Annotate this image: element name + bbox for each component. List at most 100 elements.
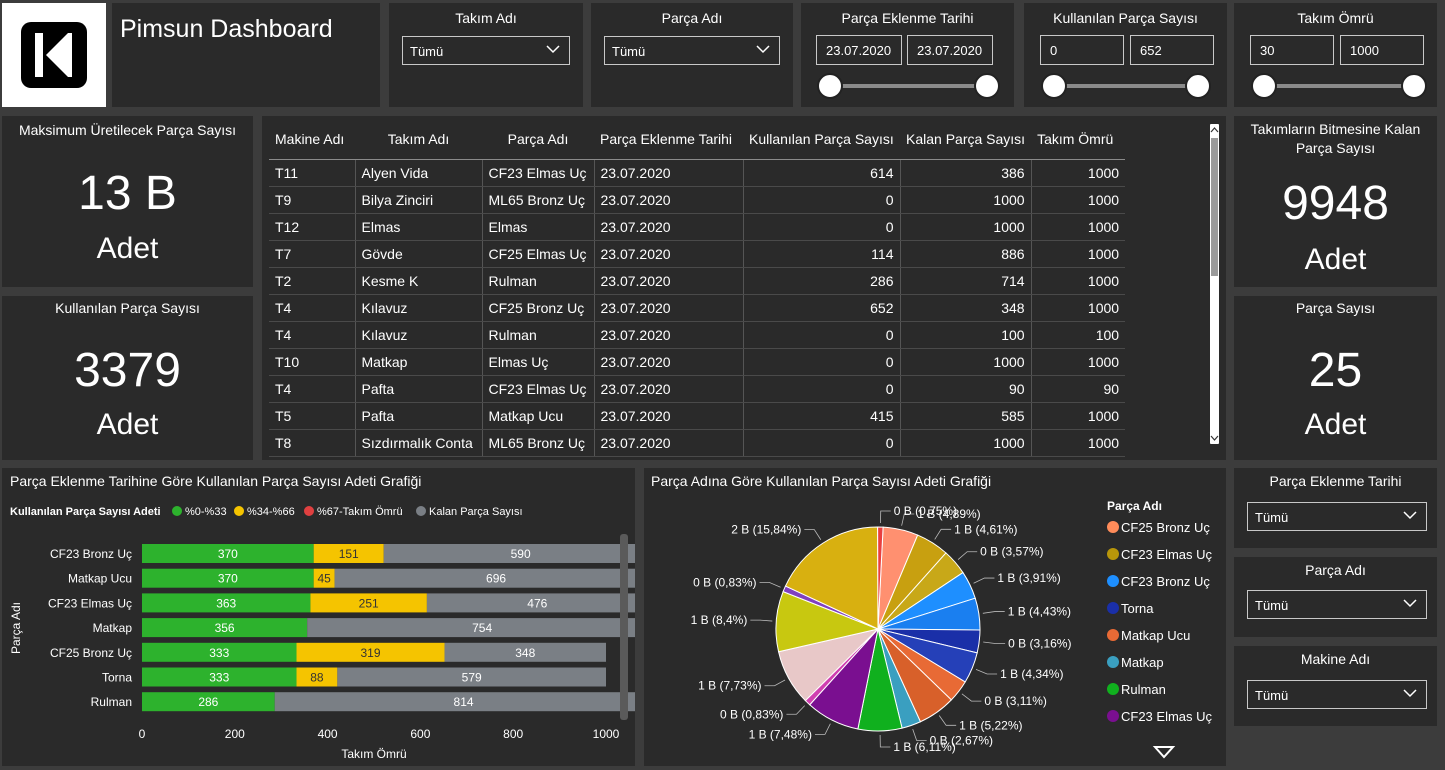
table-cell: 1000: [1031, 186, 1126, 214]
legend-marker: [1107, 629, 1119, 641]
table-cell: T7: [269, 240, 356, 268]
leader-line: [983, 641, 1006, 644]
table-cell: T4: [269, 321, 356, 349]
column-header[interactable]: Parça Adı: [482, 119, 594, 160]
table-cell: Pafta: [355, 375, 483, 403]
slider-handle-min[interactable]: [817, 73, 843, 99]
x-tick-label: 1000: [593, 727, 620, 741]
slice-label: 1 B (3,91%): [997, 571, 1060, 585]
right-makine-dropdown[interactable]: Tümü: [1247, 680, 1427, 709]
x-tick-label: 800: [503, 727, 523, 741]
slider-track[interactable]: [1264, 84, 1414, 88]
table-row[interactable]: T4 Kılavuz CF25 Bronz Uç 23.07.2020 652 348 10…: [269, 294, 1126, 322]
table-cell: Pafta: [355, 402, 483, 430]
slider-handle-max[interactable]: [974, 73, 1000, 99]
omur-to-input[interactable]: 1000: [1340, 35, 1424, 65]
chevron-down-icon: [1403, 599, 1417, 608]
column-header[interactable]: Makine Adı: [269, 119, 355, 160]
data-label: 151: [339, 547, 359, 561]
slider-track[interactable]: [831, 84, 989, 88]
chevron-down-icon: [1403, 689, 1417, 698]
table-cell: 23.07.2020: [594, 321, 744, 349]
table-cell: CF23 Elmas Uç: [482, 159, 595, 187]
bar-chart: Kullanılan Parça Sayısı Adeti %0-%33 %34-%…: [9, 506, 635, 761]
column-header[interactable]: Takım Ömrü: [1031, 119, 1126, 160]
bar-segment[interactable]: [307, 618, 635, 638]
table-row[interactable]: T11 Alyen Vida CF23 Elmas Uç 23.07.2020 614 3…: [269, 159, 1126, 187]
data-label: 370: [218, 572, 238, 586]
slider-handle-min[interactable]: [1251, 73, 1277, 99]
card-unit: Adet: [1304, 408, 1367, 441]
data-label: 45: [317, 572, 331, 586]
table-row[interactable]: T7 Gövde CF25 Elmas Uç 23.07.2020 114 886 1000: [269, 240, 1126, 268]
bar-segment[interactable]: [383, 544, 635, 563]
data-label: 88: [310, 671, 324, 685]
table-cell: 23.07.2020: [594, 429, 744, 457]
chart-scrollbar[interactable]: [620, 534, 628, 720]
x-tick-label: 0: [139, 727, 146, 741]
table-row[interactable]: T5 Pafta Matkap Ucu 23.07.2020 415 585 1000: [269, 402, 1126, 430]
table-cell: Kesme K: [355, 267, 483, 295]
takim-adi-dropdown[interactable]: Tümü: [402, 36, 570, 65]
data-label: 579: [462, 671, 482, 685]
table-cell: 0: [743, 213, 901, 241]
omur-from-input[interactable]: 30: [1250, 35, 1334, 65]
scrollbar-thumb[interactable]: [1211, 138, 1218, 276]
table-cell: T11: [269, 159, 356, 187]
table-row[interactable]: T9 Bilya Zinciri ML65 Bronz Uç 23.07.2020 0 1…: [269, 186, 1126, 214]
column-header[interactable]: Parça Eklenme Tarihi: [594, 119, 743, 160]
column-header[interactable]: Kullanılan Parça Sayısı: [743, 119, 900, 160]
table-cell: 23.07.2020: [594, 159, 744, 187]
leader-line: [973, 577, 995, 584]
table-cell: 0: [743, 321, 901, 349]
table-cell: 614: [743, 159, 901, 187]
table-cell: Alyen Vida: [355, 159, 483, 187]
column-header[interactable]: Takım Adı: [355, 119, 482, 160]
table-row[interactable]: T4 Kılavuz Rulman 23.07.2020 0 100 100: [269, 321, 1126, 349]
legend-item: Kalan Parça Sayısı: [429, 506, 523, 518]
slice-label: 1 B (7,73%): [698, 679, 761, 693]
legend-marker: [1107, 575, 1119, 587]
table-cell: 90: [1031, 375, 1126, 403]
slider-handle-max[interactable]: [1185, 73, 1211, 99]
column-header[interactable]: Kalan Parça Sayısı: [900, 119, 1032, 160]
table-row[interactable]: T12 Elmas Elmas 23.07.2020 0 1000 1000: [269, 213, 1126, 241]
table-cell: 0: [743, 348, 901, 376]
chevron-down-icon[interactable]: [1210, 433, 1219, 443]
kullanilan-to-input[interactable]: 652: [1130, 35, 1214, 65]
table-cell: 386: [900, 159, 1032, 187]
parca-adi-dropdown[interactable]: Tümü: [604, 36, 780, 65]
table-cell: 100: [1031, 321, 1126, 349]
table-cell: ML65 Bronz Uç: [482, 186, 595, 214]
table-cell: 23.07.2020: [594, 213, 744, 241]
table-row[interactable]: T4 Pafta CF23 Elmas Uç 23.07.2020 0 90 90: [269, 375, 1126, 403]
kullanilan-from-input[interactable]: 0: [1040, 35, 1124, 65]
leader-line: [975, 669, 998, 675]
slicer-title: Parça Eklenme Tarihi: [1269, 473, 1402, 489]
table-row[interactable]: T2 Kesme K Rulman 23.07.2020 286 714 1000: [269, 267, 1126, 295]
slider-handle-min[interactable]: [1041, 73, 1067, 99]
slicer-right-makine: Makine Adı Tümü: [1234, 646, 1437, 726]
table-cell: 1000: [900, 348, 1032, 376]
bar-segment[interactable]: [334, 568, 635, 588]
slider-handle-max[interactable]: [1401, 73, 1427, 99]
category-label: Matkap: [93, 621, 133, 635]
table-cell: 23.07.2020: [594, 267, 744, 295]
data-label: 348: [515, 646, 535, 660]
category-label: CF25 Bronz Uç: [50, 646, 132, 660]
legend-item: %0-%33: [185, 506, 227, 518]
data-label: 476: [527, 596, 547, 610]
right-tarih-dropdown[interactable]: Tümü: [1247, 502, 1427, 531]
table-row[interactable]: T10 Matkap Elmas Uç 23.07.2020 0 1000 1000: [269, 348, 1126, 376]
date-to-input[interactable]: 23.07.2020: [907, 35, 993, 65]
table-row[interactable]: T8 Sızdırmalık Conta ML65 Bronz Uç 23.07.20…: [269, 429, 1126, 457]
slider-track[interactable]: [1054, 84, 1200, 88]
slicer-takim-omru: Takım Ömrü 30 1000: [1234, 3, 1437, 107]
slicer-title: Takım Ömrü: [1297, 10, 1374, 26]
table-scrollbar[interactable]: [1210, 124, 1219, 444]
date-from-input[interactable]: 23.07.2020: [816, 35, 902, 65]
card-unit: Adet: [1304, 243, 1367, 276]
chevron-up-icon[interactable]: [1210, 125, 1219, 135]
legend-scroll-down-icon[interactable]: [1152, 746, 1176, 759]
right-parca-dropdown[interactable]: Tümü: [1247, 590, 1427, 619]
